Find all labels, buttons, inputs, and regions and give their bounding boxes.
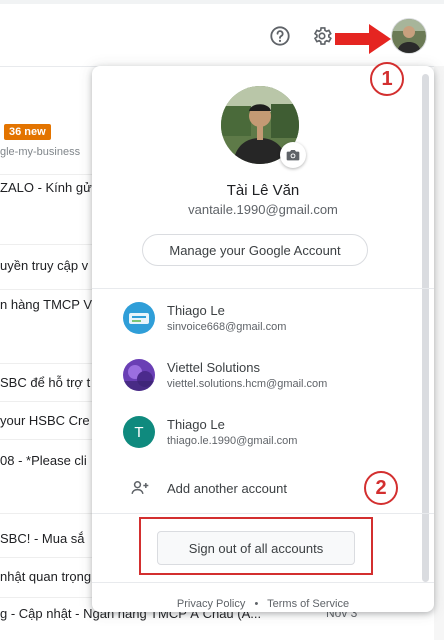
list-item[interactable]: uyền truy cập v [0, 244, 92, 290]
switch-account-item[interactable]: Thiago Le sinvoice668@gmail.com [92, 290, 434, 346]
top-edge [0, 0, 444, 4]
account-email: vantaile.1990@gmail.com [188, 202, 338, 217]
switch-account-item[interactable]: T Thiago Le thiago.le.1990@gmail.com [92, 404, 434, 460]
person-add-icon [130, 478, 150, 503]
page-scroll-track[interactable] [434, 66, 444, 640]
list-item[interactable]: SBC để hỗ trợ t [0, 363, 92, 402]
highlight-box-annotation [139, 517, 373, 575]
footer-separator: • [254, 598, 259, 610]
divider [92, 288, 434, 289]
account-name: Tài Lê Văn [226, 182, 300, 199]
list-item[interactable]: 08 - *Please cli [0, 439, 92, 514]
help-icon[interactable] [266, 22, 294, 50]
step-1-marker: 1 [370, 62, 404, 96]
switch-account-item[interactable]: Viettel Solutions viettel.solutions.hcm@… [92, 347, 434, 403]
list-item[interactable]: ZALO - Kính gửi [0, 174, 92, 245]
list-item[interactable]: SBC! - Mua sắ [0, 513, 92, 558]
change-photo-camera-icon[interactable] [280, 142, 306, 168]
step-2-marker: 2 [364, 471, 398, 505]
divider [92, 513, 434, 514]
list-item[interactable]: n hàng TMCP V [0, 289, 92, 364]
account-avatar-button[interactable] [392, 19, 426, 53]
privacy-policy-link[interactable]: Privacy Policy [177, 598, 245, 610]
red-arrow-annotation [335, 24, 391, 54]
divider [92, 582, 434, 583]
account-avatar [123, 302, 155, 334]
popup-footer: Privacy Policy • Terms of Service [92, 598, 434, 610]
gear-icon[interactable] [308, 22, 336, 50]
list-item[interactable]: nhật quan trọng [0, 557, 92, 598]
list-item[interactable]: your HSBC Cre [0, 401, 92, 440]
terms-of-service-link[interactable]: Terms of Service [267, 598, 349, 610]
manage-account-button[interactable]: Manage your Google Account [142, 234, 368, 266]
account-avatar [123, 359, 155, 391]
list-item[interactable]: gle-my-business [0, 120, 92, 175]
account-avatar: T [123, 416, 155, 448]
